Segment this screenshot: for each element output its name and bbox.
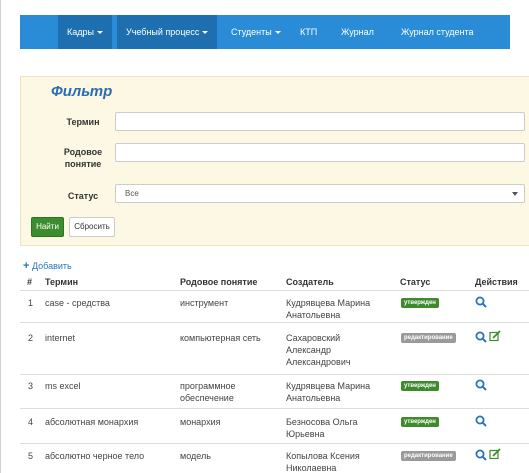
parent-input[interactable] <box>115 143 525 162</box>
nav-item-label: Журнал <box>341 27 374 37</box>
status-badge: утвержден <box>401 417 439 427</box>
filter-title: Фильтр <box>51 83 113 100</box>
row-num: 4 <box>28 417 34 427</box>
row-num: 3 <box>28 381 34 391</box>
status-badge: утвержден <box>401 298 439 308</box>
row-parent: программное обеспечение <box>180 381 236 403</box>
row-creator: Безносова Ольга Юрьевна <box>286 417 358 439</box>
nav-item-label: Учебный процесс <box>126 27 200 37</box>
reset-button[interactable]: Сбросить <box>69 217 115 237</box>
col-header-actions: Действия <box>475 277 518 287</box>
col-header-parent: Родовое понятие <box>180 277 258 287</box>
row-num: 2 <box>28 333 34 343</box>
filter-panel: Фильтр Термин Родовое понятие Статус Все… <box>20 76 529 246</box>
nav-item-label: Кадры <box>67 27 94 37</box>
row-creator: Копылова Ксения Николаевна <box>286 451 360 473</box>
parent-label: Родовое понятие <box>63 147 103 169</box>
caret-down-icon <box>274 31 281 35</box>
nav-item-label: КТП <box>300 27 318 37</box>
edit-icon[interactable] <box>489 330 501 342</box>
search-icon[interactable] <box>475 331 487 343</box>
row-divider <box>20 443 529 444</box>
nav-item-students[interactable]: Студенты <box>222 15 290 49</box>
find-button[interactable]: Найти <box>31 217 64 237</box>
status-badge: утвержден <box>401 381 439 391</box>
col-header-status: Статус <box>400 277 431 287</box>
col-header-creator: Создатель <box>286 277 334 287</box>
search-icon[interactable] <box>475 296 487 308</box>
term-input[interactable] <box>115 112 525 131</box>
status-select-value: Все <box>125 189 139 198</box>
row-creator: Кудрявцева Марина Анатольевна <box>286 298 371 320</box>
status-badge: редактирование <box>401 333 456 343</box>
row-parent: монархия <box>180 417 221 427</box>
status-label: Статус <box>67 191 99 201</box>
row-num: 1 <box>28 298 34 308</box>
col-header-term: Термин <box>45 277 79 287</box>
edit-icon[interactable] <box>489 448 501 460</box>
nav-item-journal[interactable]: Журнал <box>332 15 383 49</box>
row-creator: Сахаровский Александр Александрович <box>286 333 351 367</box>
search-icon[interactable] <box>475 379 487 391</box>
nav-item-label: Журнал студента <box>401 27 474 37</box>
status-select[interactable]: Все <box>115 184 525 203</box>
plus-icon: + <box>23 260 30 272</box>
page-frame: Кадры Учебный процесс Студенты КТП Журна… <box>0 0 529 473</box>
row-divider <box>20 408 529 409</box>
add-link[interactable]: + Добавить <box>23 260 72 272</box>
row-num: 5 <box>28 451 34 461</box>
nav-item-student-journal[interactable]: Журнал студента <box>392 15 483 49</box>
nav-item-staff[interactable]: Кадры <box>58 15 112 49</box>
term-label: Термин <box>66 117 100 127</box>
row-divider <box>20 322 529 323</box>
row-term: абсолютная монархия <box>45 417 139 427</box>
search-icon[interactable] <box>475 449 487 461</box>
row-term: internet <box>45 333 76 343</box>
add-link-label: Добавить <box>31 261 72 271</box>
row-parent: модель <box>180 451 211 461</box>
status-badge: редактирование <box>401 451 456 461</box>
top-navbar: Кадры Учебный процесс Студенты КТП Журна… <box>20 15 510 49</box>
col-header-num: # <box>27 277 33 287</box>
header-divider <box>20 290 529 291</box>
caret-down-icon <box>202 31 209 35</box>
nav-item-education[interactable]: Учебный процесс <box>117 15 218 49</box>
row-parent: компьютерная сеть <box>180 333 261 343</box>
caret-down-icon <box>96 31 103 35</box>
row-parent: инструмент <box>180 298 229 308</box>
nav-item-ktp[interactable]: КТП <box>291 15 326 49</box>
nav-item-label: Студенты <box>231 27 272 37</box>
row-term: case - средства <box>45 298 110 308</box>
row-creator: Кудрявцева Марина Анатольевна <box>286 381 371 403</box>
search-icon[interactable] <box>475 415 487 427</box>
row-divider <box>20 374 529 375</box>
row-term: абсолютно черное тело <box>45 451 145 461</box>
row-term: ms excel <box>45 381 81 391</box>
dropdown-arrow-icon <box>512 192 518 196</box>
